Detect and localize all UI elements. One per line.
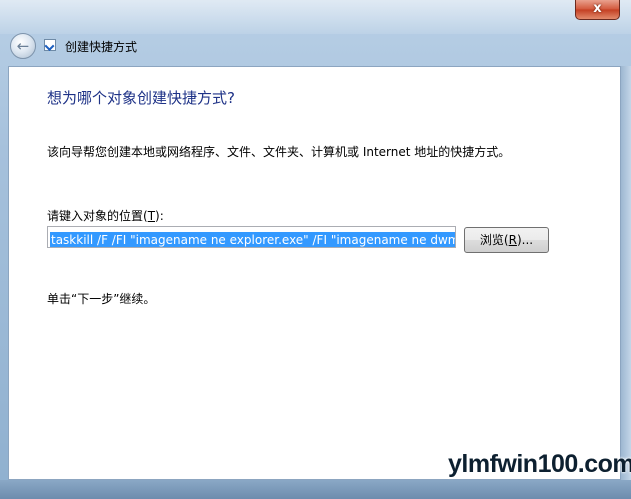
page-heading: 想为哪个对象创建快捷方式? <box>47 89 235 107</box>
close-button[interactable]: x <box>575 0 620 20</box>
wizard-content-panel: 想为哪个对象创建快捷方式? 该向导帮您创建本地或网络程序、文件、文件夹、计算机或… <box>8 66 621 480</box>
window-frame: x ← 创建快捷方式 想为哪个对象创建快捷方式? 该向导帮您创建本地或网络程序、… <box>0 0 631 499</box>
title-bar <box>0 0 631 34</box>
arrow-left-icon: ← <box>16 37 30 55</box>
close-icon: x <box>593 1 602 16</box>
next-step-hint: 单击“下一步”继续。 <box>47 292 156 306</box>
wizard-description: 该向导帮您创建本地或网络程序、文件、文件夹、计算机或 Internet 地址的快… <box>47 145 511 159</box>
location-label-prefix: 请键入对象的位置( <box>47 209 148 223</box>
bottom-frame-edge <box>0 480 631 499</box>
location-label-accesskey: T <box>147 209 156 223</box>
browse-label-accesskey: R <box>508 233 517 247</box>
location-label-suffix: ): <box>155 209 164 223</box>
location-input[interactable]: taskkill /F /FI "imagename ne explorer.e… <box>47 226 456 248</box>
background-window-edge <box>621 66 631 480</box>
browse-label-suffix: )... <box>516 233 534 247</box>
location-label: 请键入对象的位置(T): <box>47 207 164 224</box>
site-watermark: ylmfwin100.com <box>448 450 631 478</box>
back-button[interactable]: ← <box>10 33 36 59</box>
location-input-value: taskkill /F /FI "imagename ne explorer.e… <box>50 232 455 247</box>
browse-label-prefix: 浏览( <box>479 233 509 247</box>
window-title: 创建快捷方式 <box>65 40 138 54</box>
browse-button[interactable]: 浏览(R)... <box>464 227 549 253</box>
shortcut-wizard-icon <box>44 39 56 51</box>
